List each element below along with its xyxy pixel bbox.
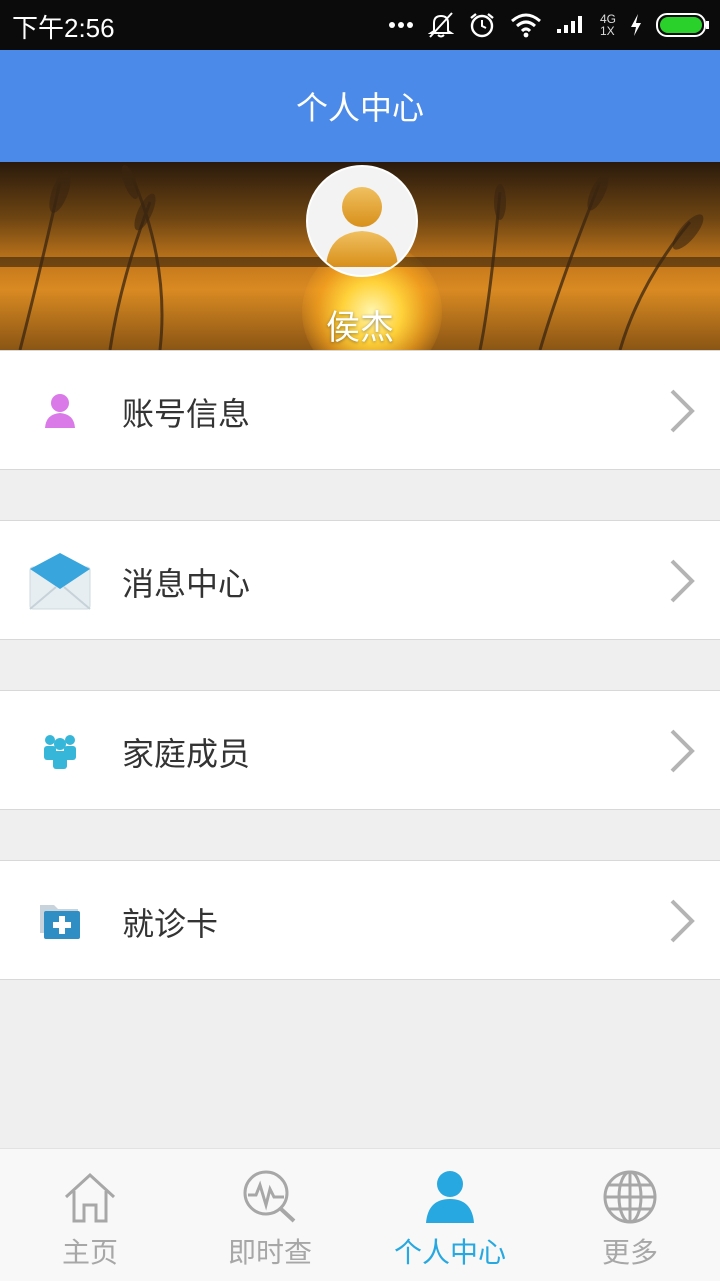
menu-item-family-members[interactable]: 家庭成员 bbox=[0, 690, 720, 810]
menu-item-account-info[interactable]: 账号信息 bbox=[0, 350, 720, 470]
family-icon bbox=[28, 719, 92, 783]
menu-item-label: 家庭成员 bbox=[122, 735, 251, 773]
home-icon bbox=[64, 1172, 116, 1223]
tab-label: 即时查 bbox=[227, 1236, 312, 1269]
envelope-icon bbox=[28, 549, 92, 613]
avatar[interactable] bbox=[306, 165, 418, 277]
wifi-icon bbox=[511, 13, 541, 38]
network-type: 4G 1X bbox=[599, 12, 616, 38]
tab-label: 更多 bbox=[601, 1236, 658, 1269]
menu-item-label: 账号信息 bbox=[122, 395, 251, 433]
status-icons: 4G 1X bbox=[388, 8, 710, 42]
notifications-off-icon bbox=[427, 12, 454, 38]
globe-icon bbox=[603, 1170, 657, 1224]
tab-label: 主页 bbox=[61, 1236, 118, 1269]
charging-icon bbox=[631, 14, 641, 36]
menu-item-message-center[interactable]: 消息中心 bbox=[0, 520, 720, 640]
monitor-search-icon bbox=[243, 1170, 296, 1223]
more-dots-icon bbox=[388, 22, 413, 28]
tab-more[interactable]: 更多 bbox=[540, 1149, 720, 1281]
chevron-right-icon bbox=[670, 899, 695, 943]
tab-home[interactable]: 主页 bbox=[0, 1149, 180, 1281]
default-avatar-icon bbox=[326, 187, 398, 267]
chevron-right-icon bbox=[670, 559, 695, 603]
status-bar: 下午2:56 4G 1X bbox=[0, 0, 720, 50]
chevron-right-icon bbox=[670, 389, 695, 433]
person-icon bbox=[426, 1171, 474, 1223]
bottom-tab-bar: 主页 即时查 个人中心 更多 bbox=[0, 1148, 720, 1281]
signal-icon bbox=[556, 16, 582, 33]
user-name: 侯杰 bbox=[326, 308, 394, 348]
menu-item-label: 消息中心 bbox=[122, 565, 251, 603]
menu-item-medical-card[interactable]: 就诊卡 bbox=[0, 860, 720, 980]
user-icon bbox=[28, 379, 92, 443]
tab-instant-query[interactable]: 即时查 bbox=[180, 1149, 360, 1281]
medical-folder-icon bbox=[28, 889, 92, 953]
chevron-right-icon bbox=[670, 729, 695, 773]
tab-personal-center[interactable]: 个人中心 bbox=[360, 1149, 540, 1281]
battery-icon bbox=[656, 13, 709, 37]
menu-item-label: 就诊卡 bbox=[122, 905, 219, 943]
tab-label: 个人中心 bbox=[393, 1236, 506, 1269]
alarm-icon bbox=[470, 13, 494, 38]
status-time: 下午2:56 bbox=[12, 13, 115, 43]
page-title: 个人中心 bbox=[0, 50, 720, 162]
